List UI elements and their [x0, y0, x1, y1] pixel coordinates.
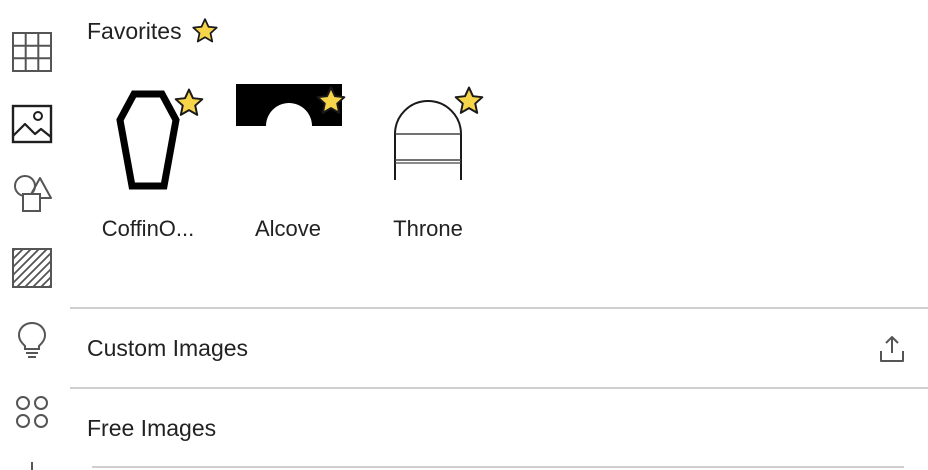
hatch-pattern-icon	[12, 248, 52, 288]
upload-button[interactable]	[876, 333, 908, 365]
lightbulb-icon	[17, 321, 47, 358]
favorite-star-icon[interactable]	[452, 84, 486, 118]
favorites-heading: Favorites	[87, 16, 220, 46]
favorite-tile-throne[interactable]: Throne	[364, 82, 492, 252]
star-icon	[191, 18, 218, 43]
grid-icon	[12, 32, 52, 72]
image-icon	[11, 104, 53, 144]
tool-components[interactable]	[8, 388, 56, 436]
tool-grid[interactable]	[8, 28, 56, 76]
favorite-star-icon[interactable]	[314, 84, 348, 118]
tool-lightbulb[interactable]	[8, 316, 56, 364]
favorite-tile-coffin[interactable]: CoffinO...	[84, 82, 212, 252]
shapes-icon	[14, 175, 52, 212]
tile-label: Alcove	[254, 216, 322, 241]
upload-icon	[880, 336, 904, 362]
favorites-title: Favorites	[87, 17, 182, 44]
tile-label: CoffinO...	[101, 216, 195, 241]
sidebar-toolbar	[0, 0, 64, 470]
tool-image[interactable]	[8, 100, 56, 148]
custom-images-title: Custom Images	[87, 335, 249, 361]
free-images-title: Free Images	[87, 415, 217, 441]
custom-images-section-header[interactable]: Custom Images	[70, 309, 928, 387]
favorite-tile-alcove[interactable]: Alcove	[224, 82, 352, 252]
tool-shapes[interactable]	[8, 170, 56, 218]
search-field-edge	[92, 466, 904, 468]
image-library-panel: Favorites CoffinO... Alcove Throne Custo…	[70, 0, 928, 470]
tile-label: Throne	[393, 216, 463, 241]
app: Favorites CoffinO... Alcove Throne Custo…	[0, 0, 928, 470]
free-images-section-header[interactable]: Free Images	[70, 389, 928, 467]
four-circles-icon	[16, 396, 48, 428]
tool-partial-icon	[31, 462, 33, 470]
tool-pattern[interactable]	[8, 244, 56, 292]
favorite-star-icon[interactable]	[172, 86, 206, 120]
